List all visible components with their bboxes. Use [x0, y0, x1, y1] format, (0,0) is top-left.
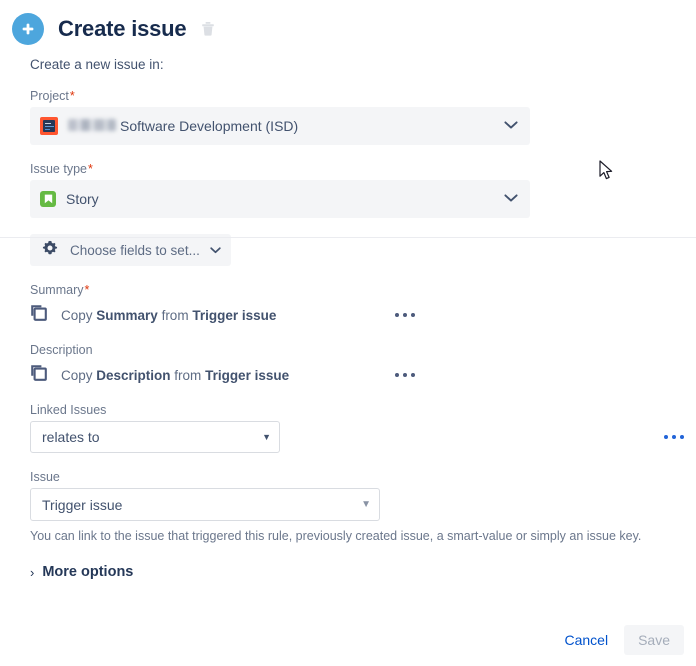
copy-field: Description — [96, 367, 171, 383]
caret-down-icon: ▼ — [361, 498, 371, 510]
chevron-down-icon — [504, 117, 518, 135]
project-avatar-icon — [40, 117, 58, 135]
copy-icon — [30, 304, 47, 326]
choose-fields-button[interactable]: Choose fields to set... — [30, 234, 231, 266]
copy-field: Summary — [96, 307, 158, 323]
chevron-right-icon: › — [30, 564, 35, 580]
description-label: Description — [30, 343, 93, 357]
issue-type-select[interactable]: Story — [30, 180, 530, 218]
redacted-project-name — [68, 119, 116, 131]
required-marker: * — [69, 89, 75, 103]
gear-icon — [42, 240, 58, 261]
dialog-footer: Cancel Save — [0, 614, 696, 666]
copy-source: Trigger issue — [192, 307, 277, 323]
description-more-menu-icon[interactable] — [395, 373, 415, 377]
summary-copy-row[interactable]: Copy Summary from Trigger issue — [30, 304, 415, 326]
issue-type-label: Issue type* — [30, 162, 684, 176]
required-marker: * — [84, 283, 90, 297]
linked-issues-more-menu-icon[interactable] — [664, 435, 684, 439]
description-copy-row[interactable]: Copy Description from Trigger issue — [30, 364, 415, 386]
choose-fields-label: Choose fields to set... — [70, 242, 200, 258]
link-type-select[interactable]: relates to ▼ — [30, 421, 280, 453]
issue-value: Trigger issue — [42, 496, 123, 513]
project-label-text: Project — [30, 89, 69, 103]
copy-prefix: Copy — [61, 367, 97, 383]
link-type-value: relates to — [42, 429, 100, 445]
summary-more-menu-icon[interactable] — [395, 313, 415, 317]
project-label: Project* — [30, 89, 684, 103]
page-title: Create issue — [58, 16, 187, 41]
intro-text: Create a new issue in: — [30, 57, 164, 72]
copy-middle: from — [170, 367, 206, 383]
create-issue-form: Create a new issue in: Project* Software… — [0, 57, 696, 582]
issue-select[interactable]: Trigger issue ▼ — [30, 488, 380, 521]
issue-type-value: Story — [66, 191, 99, 207]
save-button[interactable]: Save — [624, 625, 684, 655]
plus-icon — [12, 13, 44, 45]
summary-label-text: Summary — [30, 283, 84, 297]
required-marker: * — [87, 162, 93, 176]
project-select[interactable]: Software Development (ISD) — [30, 107, 530, 145]
issue-label: Issue — [30, 470, 60, 484]
more-options-label: More options — [42, 564, 134, 580]
description-copy-text: Copy Description from Trigger issue — [61, 368, 289, 383]
section-divider — [0, 237, 696, 238]
trash-icon[interactable] — [198, 19, 218, 39]
copy-middle: from — [157, 307, 193, 323]
caret-down-icon: ▼ — [262, 431, 271, 442]
linked-issues-row: relates to ▼ — [30, 421, 684, 453]
project-value: Software Development (ISD) — [68, 118, 298, 134]
copy-prefix: Copy — [61, 307, 97, 323]
copy-source: Trigger issue — [205, 367, 290, 383]
issue-type-label-text: Issue type — [30, 162, 87, 176]
linked-issues-label: Linked Issues — [30, 403, 107, 417]
chevron-down-icon — [504, 190, 518, 208]
more-options-toggle[interactable]: › More options — [30, 564, 133, 580]
cancel-button[interactable]: Cancel — [554, 625, 618, 655]
story-icon — [40, 191, 56, 207]
summary-copy-text: Copy Summary from Trigger issue — [61, 308, 276, 323]
project-value-text: Software Development (ISD) — [120, 118, 299, 134]
copy-icon — [30, 364, 47, 386]
dialog-header: Create issue — [0, 0, 696, 46]
chevron-down-icon — [210, 241, 221, 259]
summary-label: Summary* — [30, 283, 684, 297]
issue-hint: You can link to the issue that triggered… — [30, 529, 642, 543]
